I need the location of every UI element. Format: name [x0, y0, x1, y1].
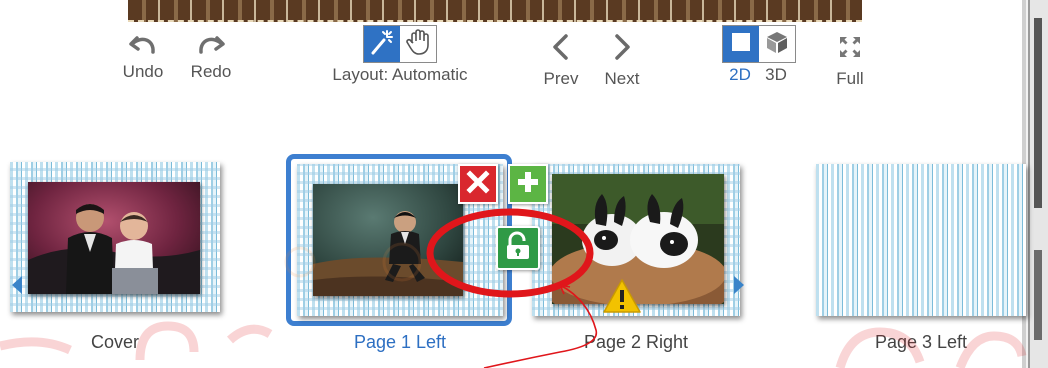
redo-label: Redo	[190, 62, 232, 81]
close-icon	[466, 169, 490, 199]
next-button[interactable]: Next	[594, 32, 650, 89]
canvas-preview-edge	[128, 0, 862, 22]
manual-layout-button[interactable]	[400, 26, 436, 62]
panel-scrollbar-lower[interactable]	[1034, 250, 1042, 340]
square-icon	[728, 29, 754, 60]
warning-icon	[602, 278, 642, 319]
full-label: Full	[836, 69, 864, 88]
lock-layout-button[interactable]	[496, 226, 540, 270]
prev-label: Prev	[543, 69, 579, 88]
magic-wand-icon	[367, 27, 397, 62]
redo-icon	[196, 32, 226, 60]
cube-icon	[764, 29, 790, 60]
undo-icon	[128, 32, 158, 60]
view-3d-button[interactable]	[759, 26, 795, 62]
undo-button[interactable]: Undo	[122, 32, 164, 82]
page-background	[10, 162, 220, 312]
page-background	[816, 164, 1026, 316]
page-caption: Page 3 Left	[874, 332, 968, 352]
cover-photo[interactable]	[28, 182, 200, 294]
page-caption: Cover	[90, 332, 139, 352]
view-mode-toggle	[722, 25, 796, 63]
layout-label: Layout: Automatic	[332, 65, 468, 84]
next-label: Next	[604, 69, 640, 88]
layout-toggle	[363, 25, 437, 63]
redo-button[interactable]: Redo	[178, 32, 244, 82]
view-2d-label: 2D	[729, 65, 751, 84]
view-mode-control: 2D 3D	[722, 25, 796, 85]
page-caption: Page 2 Right	[583, 332, 689, 352]
prev-button[interactable]: Prev	[538, 32, 584, 89]
add-page-button[interactable]	[508, 164, 548, 204]
page-caption: Page 1 Left	[353, 332, 447, 352]
unlock-icon	[504, 231, 532, 266]
layout-control: Layout: Automatic	[310, 25, 490, 85]
remove-page-button[interactable]	[458, 164, 498, 204]
undo-label: Undo	[122, 62, 164, 81]
page-1-photo[interactable]	[313, 184, 463, 296]
plus-icon	[515, 169, 541, 200]
chevron-left-icon	[546, 32, 576, 67]
spread-left-arrow[interactable]	[12, 276, 22, 294]
view-3d-label: 3D	[765, 65, 787, 84]
chevron-right-icon	[607, 32, 637, 67]
panel-scrollbar[interactable]	[1034, 18, 1042, 208]
auto-layout-button[interactable]	[364, 26, 400, 62]
spread-right-arrow[interactable]	[734, 276, 744, 294]
fullscreen-button[interactable]: Full	[830, 32, 870, 89]
fullscreen-icon	[835, 32, 865, 67]
view-2d-button[interactable]	[723, 26, 759, 62]
hand-icon	[403, 27, 433, 62]
